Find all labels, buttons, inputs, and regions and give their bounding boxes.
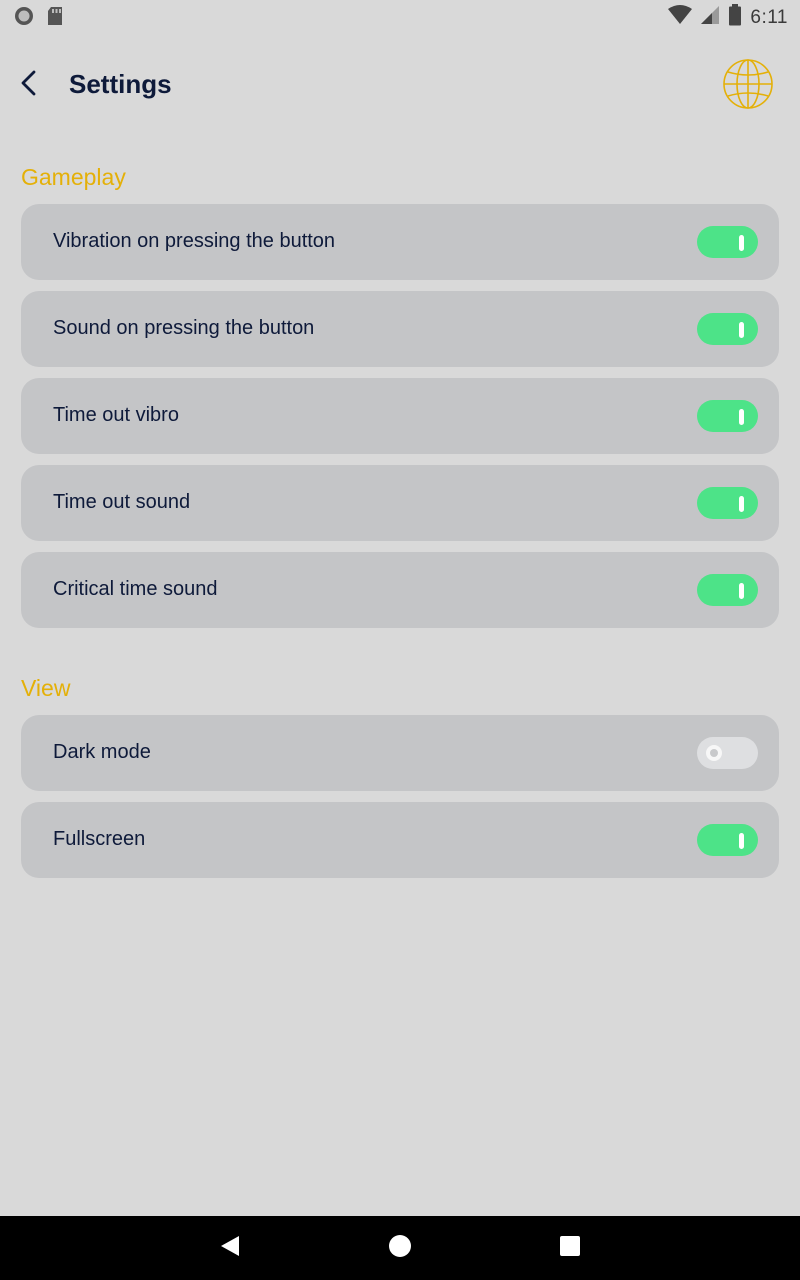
fullscreen-toggle[interactable]: [697, 824, 758, 856]
dark-mode-toggle[interactable]: [697, 737, 758, 769]
status-bar: 6:11: [0, 0, 800, 32]
section-title-gameplay: Gameplay: [21, 164, 126, 190]
setting-row-timeout-vibro: Time out vibro: [21, 378, 779, 454]
status-time: 6:11: [750, 6, 788, 28]
toggle-knob: [739, 235, 744, 251]
nav-home-icon: [388, 1234, 412, 1263]
nav-back-button[interactable]: [212, 1230, 248, 1266]
back-arrow-icon: [20, 70, 38, 101]
setting-row-vibration-button: Vibration on pressing the button: [21, 204, 779, 280]
toggle-knob: [739, 496, 744, 512]
wifi-icon: [668, 5, 693, 30]
toggle-knob: [739, 833, 744, 849]
setting-row-critical-time-sound: Critical time sound: [21, 552, 779, 628]
setting-label: Time out vibro: [53, 404, 179, 426]
setting-row-sound-button: Sound on pressing the button: [21, 291, 779, 367]
app-header: Settings: [0, 52, 800, 120]
setting-row-timeout-sound: Time out sound: [21, 465, 779, 541]
setting-label: Sound on pressing the button: [53, 317, 315, 339]
vibration-button-toggle[interactable]: [697, 226, 758, 258]
setting-label: Time out sound: [53, 491, 191, 513]
circle-app-icon: [14, 6, 34, 31]
sound-button-toggle[interactable]: [697, 313, 758, 345]
toggle-knob: [739, 322, 744, 338]
signal-icon: [700, 5, 720, 30]
page-title: Settings: [69, 69, 172, 99]
system-nav-bar: [0, 1216, 800, 1280]
critical-time-sound-toggle[interactable]: [697, 574, 758, 606]
toggle-knob: [706, 745, 722, 761]
setting-label: Dark mode: [53, 741, 151, 763]
sd-card-icon: [46, 6, 64, 31]
back-button[interactable]: [14, 70, 44, 100]
globe-icon: [722, 58, 774, 115]
section-title-view: View: [21, 675, 71, 701]
setting-label: Fullscreen: [53, 828, 146, 850]
toggle-knob: [739, 409, 744, 425]
battery-icon: [728, 4, 742, 31]
language-button[interactable]: [721, 58, 775, 115]
setting-row-dark-mode: Dark mode: [21, 715, 779, 791]
setting-row-fullscreen: Fullscreen: [21, 802, 779, 878]
timeout-sound-toggle[interactable]: [697, 487, 758, 519]
nav-recents-button[interactable]: [552, 1230, 588, 1266]
setting-label: Vibration on pressing the button: [53, 230, 336, 252]
nav-back-icon: [219, 1234, 241, 1263]
timeout-vibro-toggle[interactable]: [697, 400, 758, 432]
toggle-knob: [739, 583, 744, 599]
nav-home-button[interactable]: [382, 1230, 418, 1266]
nav-recents-icon: [559, 1235, 581, 1262]
setting-label: Critical time sound: [53, 578, 218, 600]
